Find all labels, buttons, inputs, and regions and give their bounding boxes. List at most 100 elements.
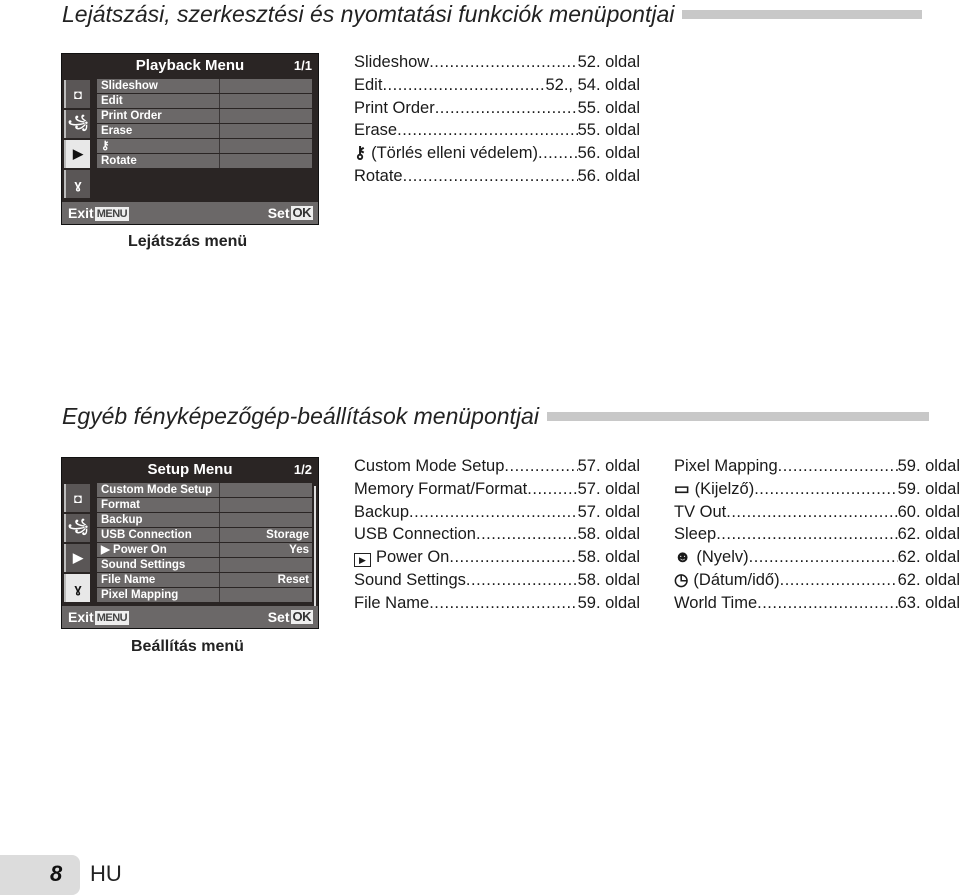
clock-icon: ◷: [674, 570, 689, 589]
menu-row-value: [220, 483, 312, 497]
reference-name-wrap: Erase: [354, 119, 397, 142]
reference-page[interactable]: 56. oldal: [578, 165, 640, 188]
reference-item: Sound Settings 58. oldal: [354, 569, 640, 592]
reference-page[interactable]: 62. oldal: [898, 569, 960, 592]
screen-header: Playback Menu 1/1: [62, 54, 318, 76]
menu-tab-playback[interactable]: ▶: [64, 140, 90, 168]
menu-row[interactable]: Pixel Mapping: [97, 588, 312, 602]
menu-tab-camera[interactable]: ◘: [64, 80, 90, 108]
reference-page[interactable]: 52., 54. oldal: [546, 74, 641, 97]
reference-name-wrap: Sound Settings: [354, 569, 466, 592]
menu-row-value: [220, 558, 312, 572]
reference-name-wrap: ▭ (Kijelző): [674, 478, 754, 501]
menu-row-label: Custom Mode Setup: [97, 483, 220, 497]
reference-item: Erase 55. oldal: [354, 119, 640, 142]
menu-row[interactable]: Erase: [97, 124, 312, 138]
reference-name-wrap: ☻ (Nyelv): [674, 546, 749, 569]
reference-page[interactable]: 52. oldal: [578, 51, 640, 74]
reference-item: File Name 59. oldal: [354, 592, 640, 615]
reference-page[interactable]: 58. oldal: [578, 523, 640, 546]
reference-name: USB Connection: [354, 525, 476, 544]
reference-page[interactable]: 55. oldal: [578, 119, 640, 142]
menu-row[interactable]: ▶ Power On Yes: [97, 543, 312, 557]
menu-tab-wrench[interactable]: ɣ: [64, 574, 90, 602]
reference-item: Edit 52., 54. oldal: [354, 74, 640, 97]
reference-page[interactable]: 63. oldal: [898, 592, 960, 615]
screen-page-indicator: 1/1: [293, 58, 312, 73]
reference-name-wrap: ▶ Power On: [354, 546, 449, 569]
reference-page[interactable]: 57. oldal: [578, 501, 640, 524]
reference-name: TV Out: [674, 502, 727, 521]
reference-page[interactable]: 57. oldal: [578, 455, 640, 478]
playback-icon: ▶: [73, 146, 83, 161]
reference-page[interactable]: 59. oldal: [898, 478, 960, 501]
reference-item: Rotate 56. oldal: [354, 165, 640, 188]
reference-page[interactable]: 59. oldal: [578, 592, 640, 615]
dot-leader: [749, 546, 898, 569]
wrench-icon: ɣ: [74, 580, 82, 596]
menu-row[interactable]: Slideshow: [97, 79, 312, 93]
menu-row[interactable]: Edit: [97, 94, 312, 108]
reference-name-wrap: Custom Mode Setup: [354, 455, 504, 478]
reference-item: Custom Mode Setup 57. oldal: [354, 455, 640, 478]
menu-row-value: [220, 109, 312, 123]
set-button[interactable]: Set OK: [268, 609, 313, 625]
menu-tab-movie[interactable]: ꧁: [64, 110, 90, 138]
set-button[interactable]: Set OK: [268, 205, 313, 221]
screen-caption: Lejátszás menü: [128, 233, 248, 250]
reference-page[interactable]: 59. oldal: [898, 455, 960, 478]
page-number: 8: [50, 861, 63, 886]
menu-row-label: Rotate: [97, 154, 220, 168]
reference-name-wrap: TV Out: [674, 501, 726, 524]
menu-tab-camera[interactable]: ◘: [64, 484, 90, 512]
reference-page[interactable]: 56. oldal: [578, 142, 640, 165]
dot-leader: [476, 523, 578, 546]
menu-row[interactable]: Sound Settings: [97, 558, 312, 572]
menu-row[interactable]: Format: [97, 498, 312, 512]
reference-page[interactable]: 62. oldal: [898, 523, 960, 546]
title-decoration-bar: [682, 9, 923, 19]
menu-row[interactable]: Rotate: [97, 154, 312, 168]
menu-tab-wrench[interactable]: ɣ: [64, 170, 90, 198]
screen-page-indicator: 1/2: [293, 462, 312, 477]
menu-row-label: Format: [97, 498, 220, 512]
reference-page[interactable]: 60. oldal: [898, 501, 960, 524]
menu-tabs: ◘ ꧁ ▶ ɣ: [64, 80, 90, 200]
reference-page[interactable]: 55. oldal: [578, 97, 640, 120]
menu-tab-movie[interactable]: ꧁: [64, 514, 90, 542]
setup-reference-list-2: Pixel Mapping 59. oldal ▭(Kijelző) 59. olda…: [674, 455, 960, 615]
reference-page[interactable]: 58. oldal: [578, 569, 640, 592]
reference-name: Rotate: [354, 166, 403, 185]
dot-leader: [716, 523, 897, 546]
menu-row[interactable]: File Name Reset: [97, 573, 312, 587]
reference-name: Print Order: [354, 98, 435, 117]
reference-name: Sleep: [674, 525, 717, 544]
dot-leader: [466, 569, 578, 592]
movie-icon: ꧁: [67, 113, 89, 129]
reference-name: File Name: [354, 593, 430, 612]
set-label: Set: [267, 609, 290, 625]
dot-leader: [754, 478, 897, 501]
exit-button[interactable]: Exit MENU: [68, 205, 130, 221]
menu-row[interactable]: USB Connection Storage: [97, 528, 312, 542]
reference-page[interactable]: 57. oldal: [578, 478, 640, 501]
reference-name: World Time: [674, 593, 758, 612]
reference-item: Slideshow 52. oldal: [354, 51, 640, 74]
exit-button[interactable]: Exit MENU: [68, 609, 130, 625]
menu-row[interactable]: Print Order: [97, 109, 312, 123]
section-title-text: Egyéb fényképezőgép-beállítások menüpont…: [62, 402, 539, 429]
reference-page[interactable]: 62. oldal: [898, 546, 960, 569]
menu-row-label: File Name: [97, 573, 220, 587]
menu-tab-playback[interactable]: ▶: [64, 544, 90, 572]
movie-icon: ꧁: [67, 517, 89, 533]
menu-row[interactable]: ⚷: [97, 139, 312, 153]
reference-item: Pixel Mapping 59. oldal: [674, 455, 960, 478]
menu-row[interactable]: Custom Mode Setup: [97, 483, 312, 497]
reference-name-wrap: ◷ (Dátum/idő): [674, 569, 780, 592]
title-decoration-bar: [546, 411, 929, 421]
menu-row[interactable]: Backup: [97, 513, 312, 527]
menu-row-value: [220, 139, 312, 153]
scrollbar[interactable]: [314, 486, 316, 606]
menu-row-value: Storage: [266, 529, 309, 541]
reference-page[interactable]: 58. oldal: [578, 546, 640, 569]
